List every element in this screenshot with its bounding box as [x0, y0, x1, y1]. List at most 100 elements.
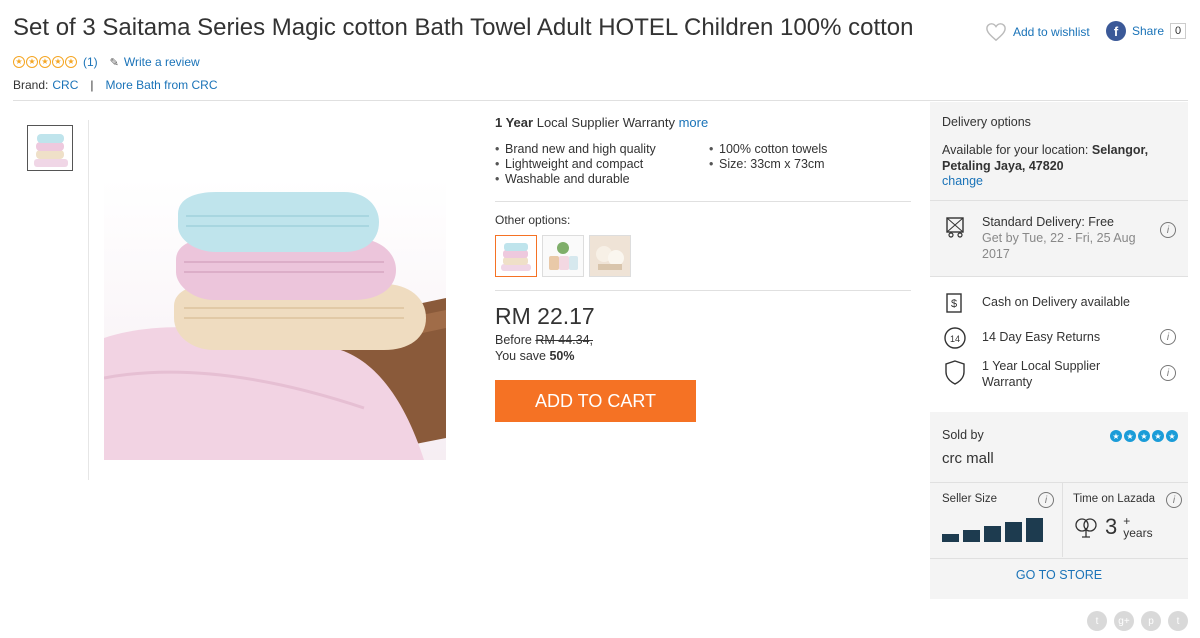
pinterest-icon[interactable]: p — [1141, 611, 1161, 631]
feature-item: 100% cotton towels — [709, 142, 909, 156]
location-label: Available for your location: — [942, 143, 1089, 157]
delivery-title: Delivery options — [942, 115, 1031, 129]
rating-stars[interactable]: ★ ★ ★ ★ ★ — [13, 56, 77, 68]
share-button[interactable]: f Share 0 — [1106, 21, 1187, 41]
star-icon: ★ — [1124, 430, 1136, 442]
time-on-lazada-label: Time on Lazada — [1073, 493, 1156, 505]
features-divider — [495, 201, 911, 202]
size-bar — [963, 530, 980, 542]
star-icon: ★ — [13, 56, 25, 68]
info-icon[interactable]: i — [1160, 329, 1176, 345]
tumblr-icon[interactable]: t — [1168, 611, 1188, 631]
gallery-divider — [88, 120, 89, 480]
share-label: Share — [1132, 24, 1165, 38]
star-icon: ★ — [26, 56, 38, 68]
feature-item: Brand new and high quality — [495, 142, 709, 156]
info-icon[interactable]: i — [1038, 492, 1054, 508]
header-divider — [13, 100, 1188, 101]
years-on-lazada: 3 + years — [1073, 514, 1153, 540]
warranty-duration: 1 Year — [495, 115, 534, 130]
star-icon: ★ — [65, 56, 77, 68]
twitter-icon[interactable]: t — [1087, 611, 1107, 631]
star-icon: ★ — [1166, 430, 1178, 442]
standard-delivery-eta: Get by Tue, 22 - Fri, 25 Aug 2017 — [982, 231, 1136, 261]
write-review-link[interactable]: Write a review — [124, 55, 200, 69]
star-icon: ★ — [1152, 430, 1164, 442]
original-price: RM 44.34, — [535, 333, 593, 347]
rating-row: ★ ★ ★ ★ ★ (1) ✎ Write a review — [13, 55, 200, 69]
feature-item: Size: 33cm x 73cm — [709, 157, 909, 171]
info-icon[interactable]: i — [1166, 492, 1182, 508]
returns-text: 14 Day Easy Returns — [982, 330, 1101, 344]
option-swatches — [495, 235, 631, 277]
years-unit: + years — [1123, 515, 1152, 539]
warranty-more-link[interactable]: more — [679, 115, 709, 130]
brand-separator: | — [90, 78, 94, 92]
truck-box-icon — [946, 217, 964, 238]
years-label: years — [1123, 526, 1153, 540]
star-icon: ★ — [1138, 430, 1150, 442]
info-icon[interactable]: i — [1160, 365, 1176, 381]
svg-text:14: 14 — [950, 334, 960, 344]
add-to-cart-button[interactable]: ADD TO CART — [495, 380, 696, 422]
option-image — [543, 236, 583, 276]
option-swatch[interactable] — [542, 235, 584, 277]
facebook-icon: f — [1106, 21, 1126, 41]
save-label: You save — [495, 349, 546, 363]
seller-divider — [930, 482, 1188, 483]
brand-row: Brand: CRC | More Bath from CRC — [13, 78, 218, 92]
brand-label: Brand: — [13, 78, 49, 92]
seller-stats-divider — [1062, 482, 1063, 557]
social-share-icons: t g+ p t — [1087, 611, 1188, 631]
return-14-icon: 14 — [944, 327, 966, 349]
warranty-text: Local Supplier Warranty — [536, 115, 675, 130]
current-price: RM 22.17 — [495, 303, 595, 329]
heart-icon — [986, 23, 1006, 42]
star-icon: ★ — [52, 56, 64, 68]
google-plus-icon[interactable]: g+ — [1114, 611, 1134, 631]
share-count: 0 — [1170, 23, 1187, 39]
seller-panel: Sold by ★ ★ ★ ★ ★ crc mall Seller Size i… — [930, 412, 1188, 599]
towel-thumbnail-image — [28, 126, 72, 170]
feature-item: Washable and durable — [495, 172, 709, 186]
review-count-link[interactable]: (1) — [83, 55, 98, 69]
delivery-location: Available for your location: Selangor, P… — [942, 142, 1176, 174]
pencil-icon: ✎ — [109, 56, 119, 69]
seller-rating-stars: ★ ★ ★ ★ ★ — [1110, 430, 1178, 442]
delivery-divider — [930, 200, 1188, 201]
product-main-image[interactable] — [104, 178, 446, 460]
savings-row: You save 50% — [495, 349, 575, 363]
change-location-link[interactable]: change — [942, 174, 1176, 188]
go-to-store-link[interactable]: GO TO STORE — [930, 568, 1188, 582]
size-bar — [942, 534, 959, 542]
brand-link[interactable]: CRC — [52, 78, 78, 92]
option-swatch[interactable] — [589, 235, 631, 277]
option-image — [496, 236, 536, 276]
option-image — [590, 236, 630, 276]
size-bar — [984, 526, 1001, 542]
option-swatch-selected[interactable] — [495, 235, 537, 277]
warranty-service-text: 1 Year Local Supplier Warranty — [982, 359, 1101, 389]
standard-delivery-title: Standard Delivery: Free — [982, 215, 1115, 229]
before-price-row: Before RM 44.34, — [495, 333, 593, 347]
feature-list: Brand new and high quality 100% cotton t… — [495, 142, 915, 186]
options-divider — [495, 290, 911, 291]
save-percent: 50% — [549, 349, 575, 363]
warranty-line: 1 Year Local Supplier Warranty more — [495, 115, 708, 130]
standard-delivery-text: Standard Delivery: Free Get by Tue, 22 -… — [982, 214, 1152, 262]
gallery-thumbnail[interactable] — [27, 125, 73, 171]
seller-size-label: Seller Size — [942, 493, 997, 505]
store-divider — [930, 558, 1188, 559]
info-icon[interactable]: i — [1160, 222, 1176, 238]
star-icon: ★ — [1110, 430, 1122, 442]
seller-name: crc mall — [942, 450, 994, 467]
product-title: Set of 3 Saitama Series Magic cotton Bat… — [13, 14, 914, 41]
svg-text:$: $ — [951, 298, 957, 310]
tree-icon — [1075, 518, 1097, 538]
star-icon: ★ — [39, 56, 51, 68]
seller-size-bars — [942, 512, 1043, 542]
wishlist-button[interactable]: Add to wishlist — [985, 22, 1090, 42]
more-from-brand-link[interactable]: More Bath from CRC — [105, 78, 217, 92]
shield-icon — [945, 360, 965, 385]
size-bar — [1005, 522, 1022, 542]
